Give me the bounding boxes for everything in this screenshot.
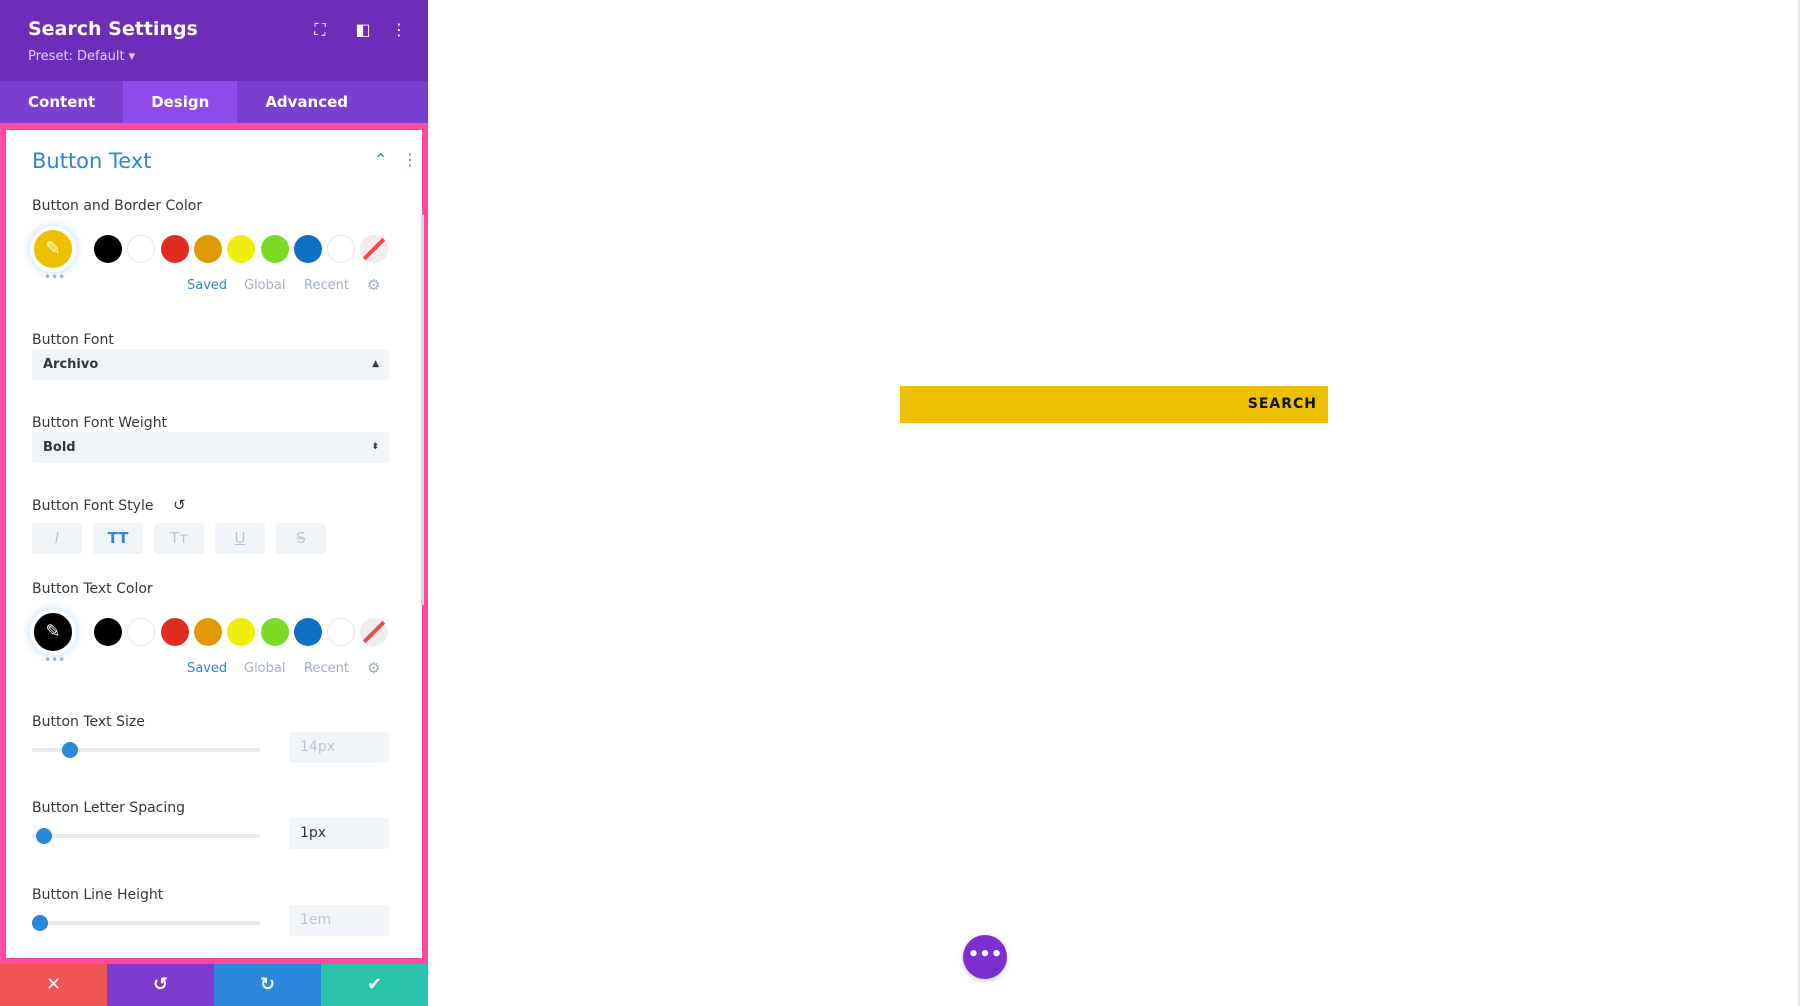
page-settings-button[interactable]: ••• [963, 935, 1007, 979]
reset-icon[interactable]: ↺ [173, 496, 186, 514]
color-swatch[interactable] [260, 618, 289, 646]
panel-title: Search Settings [28, 18, 198, 40]
tab-content[interactable]: Content [0, 81, 123, 123]
color-swatch[interactable] [193, 618, 222, 646]
button-font-label: Button Font [32, 332, 114, 348]
color-swatch[interactable] [227, 235, 256, 263]
slider-handle[interactable] [36, 828, 53, 844]
font-weight-select[interactable]: Bold ⬍ [32, 432, 389, 463]
color-swatch[interactable] [327, 618, 356, 646]
letter-spacing-input[interactable]: 1px [289, 818, 389, 849]
save-button[interactable]: ✔ [321, 964, 428, 1006]
redo-button[interactable]: ↻ [214, 964, 321, 1006]
slider-handle[interactable] [32, 915, 48, 931]
panel-header: Search Settings Preset: Default ▾ ⛶ ◧ ⋮ [0, 0, 428, 81]
section-more-icon[interactable]: ⋮ [402, 150, 418, 169]
italic-button[interactable]: I [32, 523, 82, 554]
font-weight-value: Bold [43, 440, 76, 455]
color-swatch[interactable] [227, 618, 256, 646]
search-button-preview[interactable]: SEARCH [900, 386, 1328, 423]
select-arrows-icon: ⬍ [371, 442, 379, 452]
tab-bar: Content Design Advanced [0, 81, 428, 123]
line-height-input[interactable]: 1em [289, 905, 389, 936]
more-icon[interactable]: ⋮ [389, 20, 409, 40]
text-size-input[interactable]: 14px [289, 732, 389, 763]
collapse-icon[interactable]: ⌃ [374, 150, 387, 169]
color-swatch[interactable] [94, 235, 122, 263]
global-colors-tab[interactable]: Global [244, 661, 285, 676]
color-swatch[interactable] [127, 618, 156, 646]
search-button-label: SEARCH [1247, 396, 1317, 412]
button-color-label: Button and Border Color [32, 198, 203, 214]
preset-dropdown[interactable]: Preset: Default ▾ [28, 49, 135, 64]
letter-spacing-label: Button Letter Spacing [32, 800, 186, 816]
slider-handle[interactable] [61, 742, 78, 758]
tab-advanced[interactable]: Advanced [237, 81, 376, 123]
saved-colors-tab[interactable]: Saved [187, 661, 227, 676]
color-swatch[interactable] [360, 618, 389, 646]
color-swatch[interactable] [360, 235, 389, 263]
more-options-icon[interactable]: ••• [44, 653, 65, 667]
color-swatch[interactable] [94, 618, 122, 646]
button-font-select[interactable]: Archivo ▲ [32, 349, 389, 380]
letter-spacing-slider[interactable] [32, 828, 260, 844]
panel-footer: ✕ ↺ ↻ ✔ [0, 964, 428, 1006]
button-font-value: Archivo [43, 357, 99, 372]
toggle-section: Button Text ⌃ ⋮ Button and Border Color … [0, 123, 428, 964]
strikethrough-button[interactable]: S [276, 523, 326, 554]
color-swatch[interactable] [293, 618, 322, 646]
line-height-label: Button Line Height [32, 887, 164, 903]
scrollbar[interactable] [421, 215, 424, 605]
eyedropper-icon[interactable]: ✎ [30, 226, 76, 272]
tab-design[interactable]: Design [123, 81, 238, 123]
recent-colors-tab[interactable]: Recent [304, 278, 349, 293]
uppercase-button[interactable]: TT [93, 523, 143, 554]
font-style-label: Button Font Style [32, 498, 154, 514]
gear-icon[interactable]: ⚙ [367, 276, 380, 294]
saved-colors-tab[interactable]: Saved [187, 278, 227, 293]
eyedropper-icon[interactable]: ✎ [30, 609, 76, 655]
capitalize-button[interactable]: Tт [154, 523, 204, 554]
focus-icon[interactable]: ⛶ [310, 20, 330, 40]
color-swatch[interactable] [293, 235, 322, 263]
more-options-icon[interactable]: ••• [44, 270, 65, 284]
color-swatch[interactable] [127, 235, 156, 263]
color-swatch[interactable] [327, 235, 356, 263]
color-swatch[interactable] [160, 618, 189, 646]
global-colors-tab[interactable]: Global [244, 278, 285, 293]
font-weight-label: Button Font Weight [32, 415, 168, 431]
text-size-label: Button Text Size [32, 714, 145, 730]
color-swatch[interactable] [260, 235, 289, 263]
underline-button[interactable]: U [215, 523, 265, 554]
select-arrows-icon: ▲ [372, 359, 379, 369]
split-view-icon[interactable]: ◧ [353, 20, 373, 40]
text-color-label: Button Text Color [32, 581, 153, 597]
line-height-slider[interactable] [32, 915, 260, 931]
cancel-button[interactable]: ✕ [0, 964, 107, 1006]
color-swatch[interactable] [193, 235, 222, 263]
text-size-slider[interactable] [32, 742, 260, 758]
recent-colors-tab[interactable]: Recent [304, 661, 349, 676]
settings-panel: Search Settings Preset: Default ▾ ⛶ ◧ ⋮ … [0, 0, 428, 1006]
undo-button[interactable]: ↺ [107, 964, 214, 1006]
gear-icon[interactable]: ⚙ [367, 659, 380, 677]
color-swatch[interactable] [160, 235, 189, 263]
section-title: Button Text [32, 149, 152, 173]
